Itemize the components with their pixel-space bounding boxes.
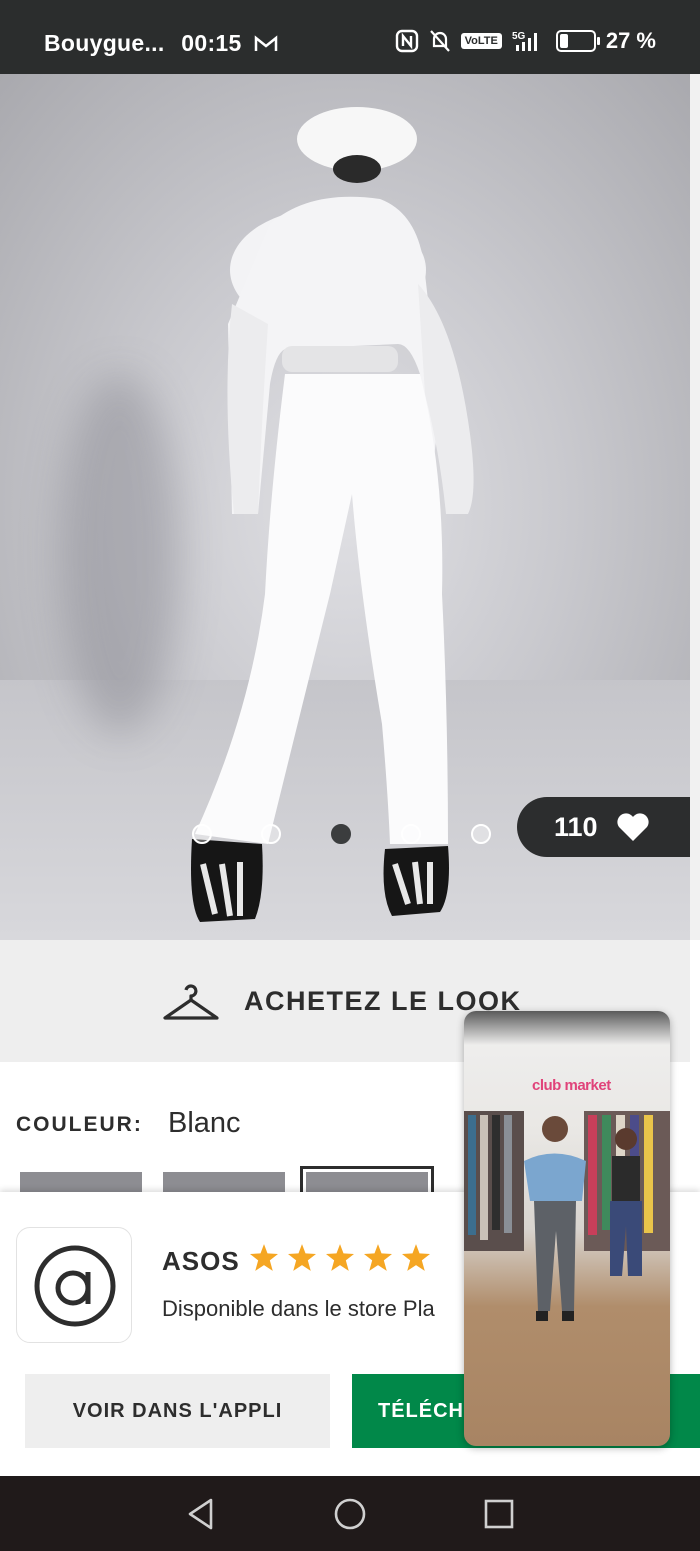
star-icon <box>364 1244 392 1271</box>
colour-swatch-1[interactable] <box>20 1172 142 1192</box>
star-icon <box>402 1244 430 1271</box>
battery-icon <box>555 30 600 52</box>
view-in-app-button[interactable]: VOIR DANS L'APPLI <box>25 1374 330 1448</box>
signal-5g-icon: 5G <box>512 31 537 51</box>
carousel-dot-4[interactable] <box>401 824 421 844</box>
gmail-icon <box>255 35 278 51</box>
asos-app-icon <box>16 1227 132 1343</box>
likes-count: 110 <box>554 811 598 842</box>
status-icons: VoLTE 5G 27 % <box>395 28 656 54</box>
floating-video-player[interactable]: club market <box>464 1011 670 1446</box>
colour-swatch-3-selected[interactable] <box>300 1166 434 1198</box>
clock: 00:15 <box>181 30 242 56</box>
battery-percent: 27 % <box>605 28 656 53</box>
save-for-later-button[interactable]: 110 <box>517 797 690 857</box>
volte-badge: VoLTE <box>460 33 502 49</box>
colour-label: COULEUR: <box>16 1113 143 1136</box>
android-nav-bar <box>0 1476 700 1551</box>
carousel-dot-5[interactable] <box>471 824 491 844</box>
carousel-dot-2[interactable] <box>261 824 281 844</box>
video-frame <box>464 1111 670 1321</box>
nfc-icon <box>395 29 418 53</box>
back-icon[interactable] <box>186 1497 216 1531</box>
carrier-name: Bouygue... <box>44 30 165 56</box>
star-icon <box>326 1244 354 1271</box>
colour-swatch-2[interactable] <box>163 1172 285 1192</box>
app-name: ASOS <box>162 1246 240 1276</box>
scroll-edge <box>690 74 700 940</box>
carousel-dot-3-active[interactable] <box>331 824 351 844</box>
rating-stars <box>250 1244 430 1271</box>
status-bar: Bouygue... 00:15 VoLTE 5G 27 % <box>0 0 700 74</box>
home-icon[interactable] <box>333 1497 367 1531</box>
hanger-icon <box>163 984 219 1020</box>
store-availability-text: Disponible dans le store Pla <box>162 1296 435 1321</box>
svg-text:5G: 5G <box>512 31 526 42</box>
recents-icon[interactable] <box>484 1499 514 1529</box>
asos-a-logo-icon <box>34 1245 116 1327</box>
mute-bell-icon <box>429 30 450 52</box>
carousel-dot-1[interactable] <box>192 824 212 844</box>
heart-icon <box>616 813 649 841</box>
star-icon <box>288 1244 316 1271</box>
colour-value: Blanc <box>168 1107 241 1139</box>
status-carrier-time: Bouygue... 00:15 <box>44 30 278 57</box>
star-icon <box>250 1244 278 1271</box>
